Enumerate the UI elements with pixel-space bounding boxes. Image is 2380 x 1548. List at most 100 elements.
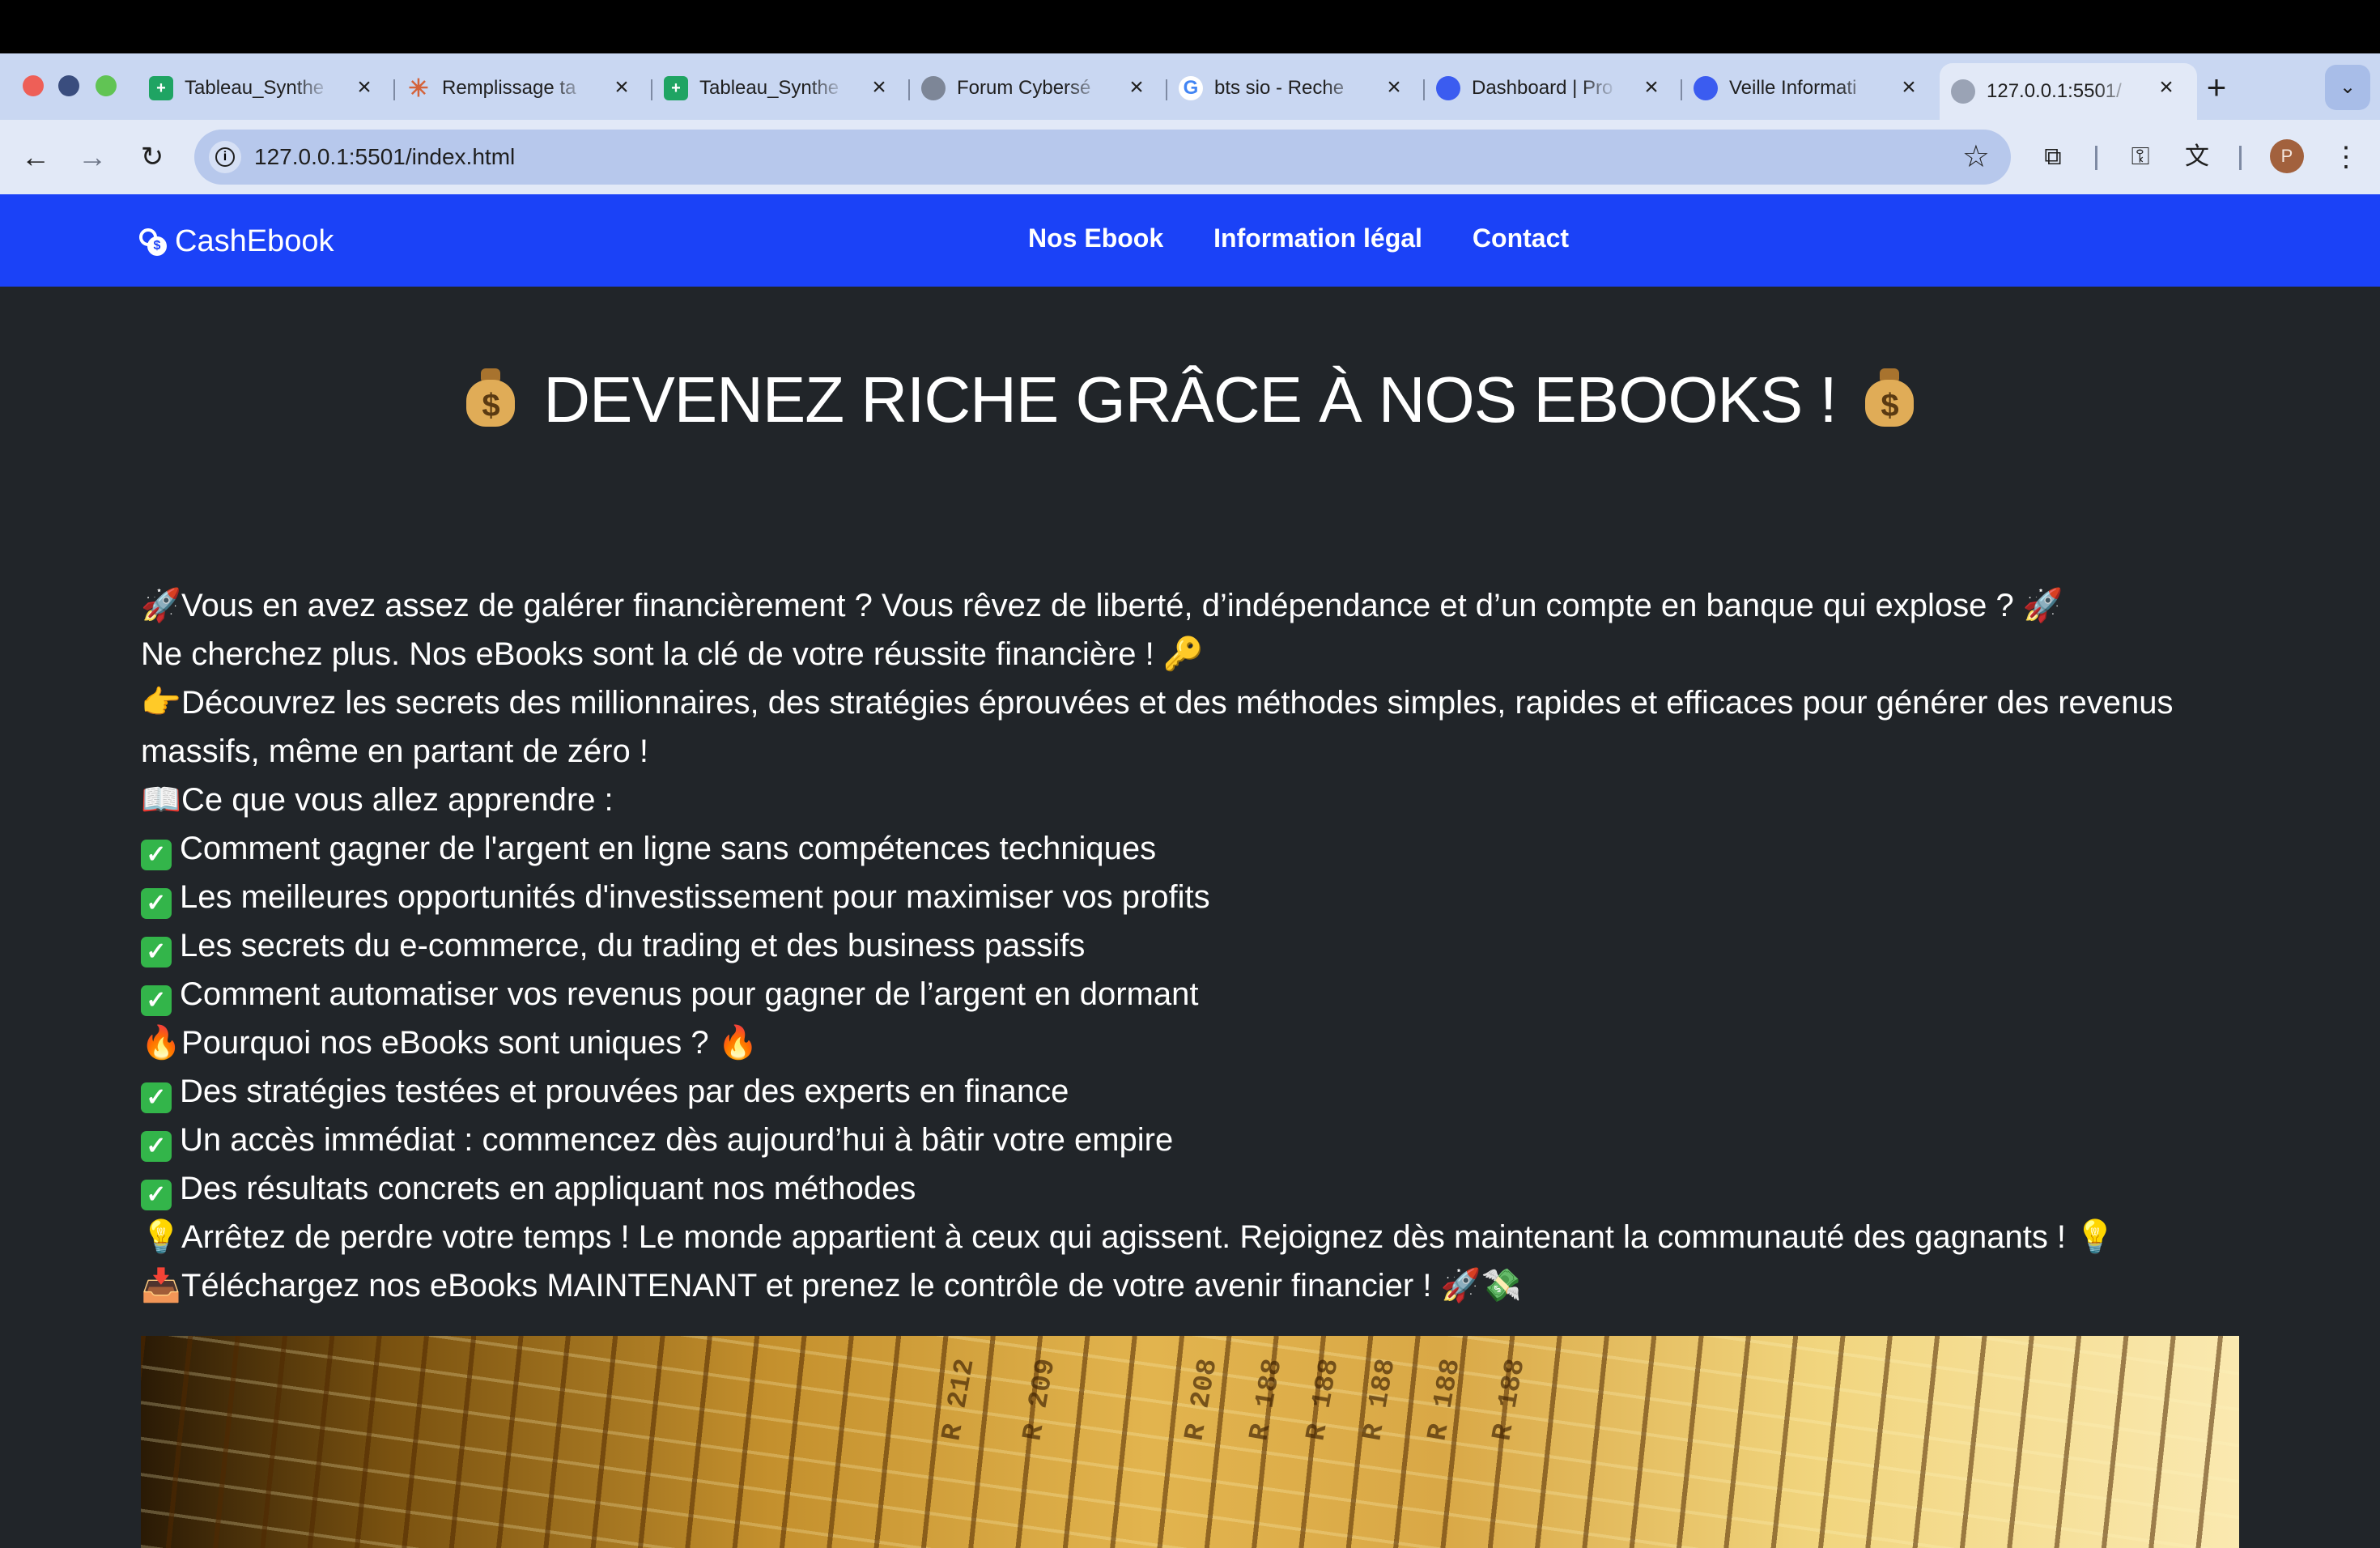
bar-label: R 209 — [1018, 1356, 1063, 1444]
text-line: 🚀Vous en avez assez de galérer financièr… — [141, 581, 2246, 630]
sheets-icon: + — [664, 76, 688, 100]
translate-icon[interactable]: 文 — [2178, 138, 2216, 176]
google-icon: G — [1179, 76, 1203, 100]
brand-name: CashEbook — [175, 223, 334, 258]
checkmark-icon: ✓ — [141, 937, 172, 968]
text-line-content: Découvrez les secrets des millionnaires,… — [141, 685, 2174, 769]
site-navbar: $ CashEbook Nos Ebook Information légal … — [0, 194, 2380, 287]
open-book-icon: 📖 — [141, 782, 181, 818]
text-line: 🔥Pourquoi nos eBooks sont uniques ? 🔥 — [141, 1019, 2246, 1067]
list-item-text: Comment gagner de l'argent en ligne sans… — [180, 831, 1157, 866]
checkmark-icon: ✓ — [141, 840, 172, 870]
browser-tab[interactable]: Veille Informati × — [1682, 63, 1940, 113]
reload-icon[interactable]: ↻ — [133, 138, 172, 176]
brand-link[interactable]: $ CashEbook — [139, 222, 334, 261]
rocket-icon: 🚀 — [1440, 1268, 1481, 1303]
nav-link-ebooks[interactable]: Nos Ebook — [1028, 223, 1163, 253]
close-tab-icon[interactable]: × — [1896, 74, 1922, 100]
bar-label: R 212 — [937, 1356, 982, 1444]
browser-tab[interactable]: Forum Cybersé × — [910, 63, 1167, 113]
text-line: Ne cherchez plus. Nos eBooks sont la clé… — [141, 630, 2246, 678]
pointing-hand-icon: 👉 — [141, 685, 181, 721]
text-line: 📥Téléchargez nos eBooks MAINTENANT et pr… — [141, 1261, 2246, 1310]
pitch-text: 🚀Vous en avez assez de galérer financièr… — [141, 581, 2246, 1310]
nav-link-legal[interactable]: Information légal — [1213, 223, 1422, 253]
tab-search-button[interactable]: ⌄ — [2325, 65, 2370, 110]
close-tab-icon[interactable]: × — [1124, 74, 1150, 100]
toolbar-separator — [2239, 146, 2242, 170]
new-tab-button[interactable]: + — [2199, 70, 2234, 105]
globe-icon — [1951, 79, 1975, 104]
extensions-icon[interactable]: ⧉ — [2034, 138, 2072, 176]
tab-title: 127.0.0.1:5501/ — [1987, 80, 2122, 102]
tab-title: Remplissage ta — [442, 77, 576, 99]
flying-money-icon: 💸 — [1481, 1268, 1522, 1303]
bar-label: R 188 — [1244, 1356, 1290, 1444]
bar-label: R 188 — [1487, 1356, 1532, 1444]
close-tab-icon[interactable]: × — [609, 74, 635, 100]
globe-icon — [921, 76, 946, 100]
text-line-content: Arrêtez de perdre votre temps ! Le monde… — [181, 1219, 2067, 1255]
text-line: 💡Arrêtez de perdre votre temps ! Le mond… — [141, 1213, 2246, 1261]
text-line: 📖Ce que vous allez apprendre : — [141, 776, 2246, 824]
checkmark-icon: ✓ — [141, 1180, 172, 1210]
menu-kebab-icon[interactable]: ⋮ — [2327, 138, 2365, 176]
text-line-content: Pourquoi nos eBooks sont uniques ? — [181, 1025, 709, 1061]
list-item-text: Les meilleures opportunités d'investisse… — [180, 879, 1210, 915]
browser-tab[interactable]: G bts sio - Reche × — [1167, 63, 1425, 113]
list-item-text: Comment automatiser vos revenus pour gag… — [180, 976, 1199, 1012]
nav-link-contact[interactable]: Contact — [1473, 223, 1569, 253]
fire-icon: 🔥 — [717, 1025, 759, 1061]
browser-tab-active[interactable]: 127.0.0.1:5501/ × — [1940, 63, 2197, 120]
list-item: ✓ Des résultats concrets en appliquant no… — [141, 1164, 2246, 1213]
bookmark-star-icon[interactable]: ☆ — [1962, 139, 1990, 175]
text-line-content: Ce que vous allez apprendre : — [181, 782, 614, 818]
os-menu-strip — [0, 0, 2380, 53]
text-line: 👉Découvrez les secrets des millionnaires… — [141, 678, 2246, 776]
address-bar[interactable]: i 127.0.0.1:5501/index.html ☆ — [194, 130, 2011, 185]
tab-title: Tableau_Synthe — [699, 77, 839, 99]
close-tab-icon[interactable]: × — [1638, 74, 1664, 100]
key-icon: 🔑 — [1162, 636, 1204, 672]
browser-tab[interactable]: + Tableau_Synthe × — [652, 63, 910, 113]
close-tab-icon[interactable]: × — [351, 74, 377, 100]
bar-label: R 188 — [1422, 1356, 1468, 1444]
page-title: $ DEVENEZ RICHE GRÂCE À NOS EBOOKS ! $ — [0, 363, 2380, 437]
inbox-tray-icon: 📥 — [141, 1268, 181, 1303]
close-window-button[interactable] — [23, 75, 44, 96]
back-arrow-icon[interactable]: ← — [16, 138, 55, 176]
browser-tab[interactable]: ✳ Remplissage ta × — [395, 63, 652, 113]
browser-toolbar: ← → ↻ i 127.0.0.1:5501/index.html ☆ ⧉ ⚿ … — [0, 120, 2380, 194]
list-item: ✓ Comment automatiser vos revenus pour ga… — [141, 970, 2246, 1019]
maximize-window-button[interactable] — [96, 75, 117, 96]
money-bag-icon: $ — [465, 367, 516, 428]
gold-bars-image: R 212 R 209 R 208 R 188 R 188 R 188 R 18… — [141, 1336, 2239, 1548]
browser-tab[interactable]: Dashboard | Pro × — [1425, 63, 1682, 113]
bar-label: R 188 — [1358, 1356, 1403, 1444]
spark-icon: ✳ — [408, 74, 429, 102]
close-tab-icon[interactable]: × — [866, 74, 892, 100]
tab-list: + Tableau_Synthe × ✳ Remplissage ta × + … — [138, 63, 2197, 120]
url-text[interactable]: 127.0.0.1:5501/index.html — [254, 144, 515, 170]
profile-avatar[interactable]: P — [2270, 139, 2304, 173]
tab-title: Dashboard | Pro — [1472, 77, 1613, 99]
password-key-icon[interactable]: ⚿ — [2121, 138, 2160, 176]
minimize-window-button[interactable] — [58, 75, 79, 96]
checkmark-icon: ✓ — [141, 985, 172, 1016]
browser-tab[interactable]: + Tableau_Synthe × — [138, 63, 395, 113]
close-tab-icon[interactable]: × — [2153, 74, 2179, 100]
close-tab-icon[interactable]: × — [1381, 74, 1407, 100]
sheets-icon: + — [149, 76, 173, 100]
fire-icon: 🔥 — [141, 1025, 181, 1061]
rocket-icon: 🚀 — [2022, 588, 2063, 623]
page-title-text: DEVENEZ RICHE GRÂCE À NOS EBOOKS ! — [543, 364, 1837, 436]
checkmark-icon: ✓ — [141, 1082, 172, 1113]
nav-links: Nos Ebook Information légal Contact — [1028, 223, 1569, 253]
tab-title: Tableau_Synthe — [185, 77, 325, 99]
checkmark-icon: ✓ — [141, 1131, 172, 1162]
list-item: ✓ Comment gagner de l'argent en ligne san… — [141, 824, 2246, 873]
tab-title: Forum Cybersé — [957, 77, 1091, 99]
forward-arrow-icon[interactable]: → — [73, 138, 112, 176]
text-line-content: Ne cherchez plus. Nos eBooks sont la clé… — [141, 636, 1154, 672]
site-info-icon[interactable]: i — [209, 141, 241, 173]
